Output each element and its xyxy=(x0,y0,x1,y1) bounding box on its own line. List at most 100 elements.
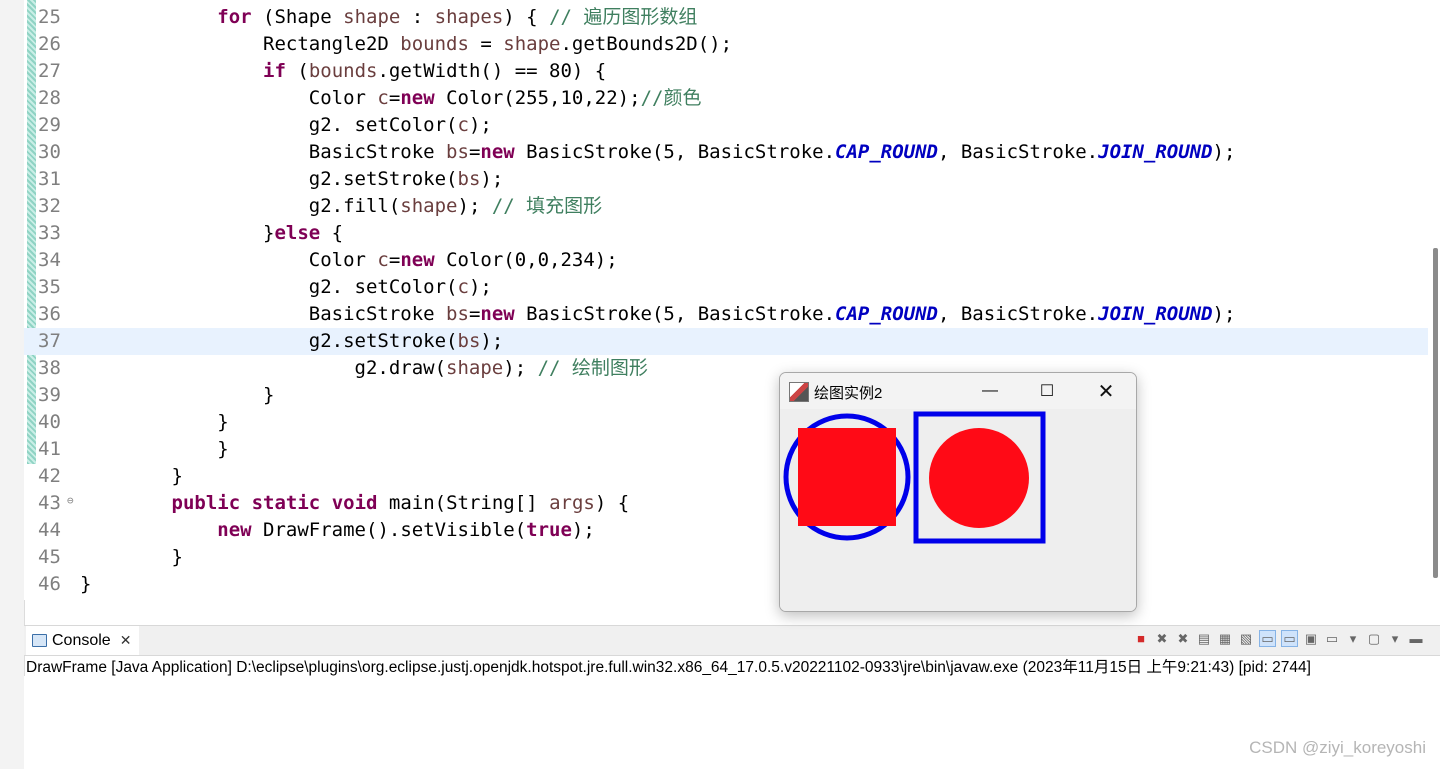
code-token: } xyxy=(80,546,183,568)
code-line[interactable]: 34 Color c=new Color(0,0,234); xyxy=(24,247,1428,274)
code-text: public static void main(String[] args) { xyxy=(80,490,630,517)
dropdown-icon[interactable]: ▾ xyxy=(1387,631,1403,647)
code-token: ); xyxy=(1212,141,1236,163)
line-number: 46 xyxy=(38,573,61,595)
show-on-stderr-icon[interactable]: ▭ xyxy=(1281,630,1298,647)
code-token: BasicStroke(5, BasicStroke. xyxy=(514,141,836,163)
maximize-button[interactable]: ☐ xyxy=(1027,378,1067,404)
code-line[interactable]: 44 new DrawFrame().setVisible(true); xyxy=(24,517,1428,544)
clear-console-icon[interactable]: ▤ xyxy=(1196,631,1212,647)
code-token: ); xyxy=(480,330,504,352)
code-line[interactable]: 45 } xyxy=(24,544,1428,571)
code-line[interactable]: 36 BasicStroke bs=new BasicStroke(5, Bas… xyxy=(24,301,1428,328)
vertical-scrollbar[interactable] xyxy=(1433,248,1438,578)
fold-toggle-icon[interactable]: ⊖ xyxy=(67,487,74,514)
code-text: BasicStroke bs=new BasicStroke(5, BasicS… xyxy=(80,139,1236,166)
line-number: 30 xyxy=(38,141,61,163)
code-line[interactable]: 29 g2. setColor(c); xyxy=(24,112,1428,139)
terminate-icon[interactable]: ■ xyxy=(1133,631,1149,647)
code-token: g2. setColor( xyxy=(80,114,458,136)
word-wrap-icon[interactable]: ▧ xyxy=(1238,631,1254,647)
code-token: Color(0,0,234); xyxy=(434,249,618,271)
code-token: shape xyxy=(503,33,561,55)
remove-launch-icon[interactable]: ✖ xyxy=(1154,631,1170,647)
window-titlebar[interactable]: 绘图实例2 — ☐ ✕ xyxy=(780,373,1136,409)
remove-all-icon[interactable]: ✖ xyxy=(1175,631,1191,647)
show-on-stdout-icon[interactable]: ▭ xyxy=(1259,630,1276,647)
code-line[interactable]: 31 g2.setStroke(bs); xyxy=(24,166,1428,193)
close-button[interactable]: ✕ xyxy=(1086,378,1126,404)
code-token: c xyxy=(377,87,389,109)
console-tab-label: Console xyxy=(52,631,111,649)
code-token: ); xyxy=(503,357,538,379)
open-console-icon[interactable]: ▢ xyxy=(1366,631,1382,647)
draw-frame-window[interactable]: 绘图实例2 — ☐ ✕ xyxy=(779,372,1137,612)
code-line[interactable]: 43 ⊖ public static void main(String[] arg… xyxy=(24,490,1428,517)
code-token: } xyxy=(80,438,229,460)
code-token: Color xyxy=(80,249,378,271)
code-line[interactable]: 30 BasicStroke bs=new BasicStroke(5, Bas… xyxy=(24,139,1428,166)
code-token: // 填充图形 xyxy=(491,195,603,217)
console-output-area[interactable] xyxy=(24,676,1440,769)
code-line[interactable]: 41 } xyxy=(24,436,1428,463)
code-line[interactable]: 27 if (bounds.getWidth() == 80) { xyxy=(24,58,1428,85)
console-toolbar: ■ ✖ ✖ ▤ ▦ ▧ ▭ ▭ ▣ ▭ ▾ ▢ ▾ ▬ xyxy=(1133,630,1424,647)
code-token: CAP_ROUND xyxy=(835,303,938,325)
code-text: } xyxy=(80,436,229,463)
code-line[interactable]: 33 }else { xyxy=(24,220,1428,247)
console-tab[interactable]: Console ✕ xyxy=(26,626,140,655)
code-token: // 遍历图形数组 xyxy=(549,6,698,28)
code-token: Color(255,10,22); xyxy=(434,87,641,109)
line-number: 42 xyxy=(38,465,61,487)
minimize-button[interactable]: — xyxy=(970,378,1010,404)
code-token: CAP_ROUND xyxy=(835,141,938,163)
code-token: Color xyxy=(80,87,378,109)
code-editor[interactable]: 25 for (Shape shape : shapes) { // 遍历图形数… xyxy=(24,0,1428,600)
scroll-lock-icon[interactable]: ▦ xyxy=(1217,631,1233,647)
code-text: new DrawFrame().setVisible(true); xyxy=(80,517,595,544)
code-line[interactable]: 46} xyxy=(24,571,1428,598)
code-token: ( xyxy=(285,60,309,82)
code-token: ) { xyxy=(503,6,550,28)
code-line[interactable]: 40 } xyxy=(24,409,1428,436)
red-filled-circle xyxy=(929,428,1029,528)
code-token: = xyxy=(388,87,401,109)
code-line[interactable]: 39 } xyxy=(24,382,1428,409)
line-number: 29 xyxy=(38,114,61,136)
minimize-icon[interactable]: ▬ xyxy=(1408,631,1424,647)
code-text: } xyxy=(80,409,228,436)
code-token: (Shape xyxy=(251,6,344,28)
code-line[interactable]: 42 } xyxy=(24,463,1428,490)
line-number: 36 xyxy=(38,303,61,325)
code-token: } xyxy=(80,384,275,406)
code-token: bs xyxy=(457,330,481,352)
line-number: 25 xyxy=(38,6,61,28)
dropdown-icon[interactable]: ▾ xyxy=(1345,631,1361,647)
code-line[interactable]: 37 g2.setStroke(bs); xyxy=(24,328,1428,355)
display-console-icon[interactable]: ▭ xyxy=(1324,631,1340,647)
code-line[interactable]: 26 Rectangle2D bounds = shape.getBounds2… xyxy=(24,31,1428,58)
pin-console-icon[interactable]: ▣ xyxy=(1303,631,1319,647)
close-icon[interactable]: ✕ xyxy=(120,632,132,649)
code-token: JOIN_ROUND xyxy=(1098,141,1213,163)
code-token: , BasicStroke. xyxy=(937,141,1099,163)
code-token: } xyxy=(80,573,92,595)
code-token: //颜色 xyxy=(640,87,702,109)
code-token: ); xyxy=(468,114,492,136)
console-tab-bar: Console ✕ ■ ✖ ✖ ▤ ▦ ▧ ▭ ▭ ▣ ▭ ▾ ▢ ▾ ▬ xyxy=(24,625,1440,656)
code-token: args xyxy=(549,492,595,514)
code-line[interactable]: 25 for (Shape shape : shapes) { // 遍历图形数… xyxy=(24,4,1428,31)
code-line[interactable]: 38 g2.draw(shape); // 绘制图形 xyxy=(24,355,1428,382)
code-token: .getWidth() == 80) { xyxy=(377,60,607,82)
code-line[interactable]: 28 Color c=new Color(255,10,22);//颜色 xyxy=(24,85,1428,112)
line-number: 38 xyxy=(38,357,61,379)
code-line[interactable]: 35 g2. setColor(c); xyxy=(24,274,1428,301)
code-token: : xyxy=(400,6,435,28)
code-line[interactable]: 32 g2.fill(shape); // 填充图形 xyxy=(24,193,1428,220)
console-icon xyxy=(32,634,47,647)
code-token: ); xyxy=(480,168,504,190)
